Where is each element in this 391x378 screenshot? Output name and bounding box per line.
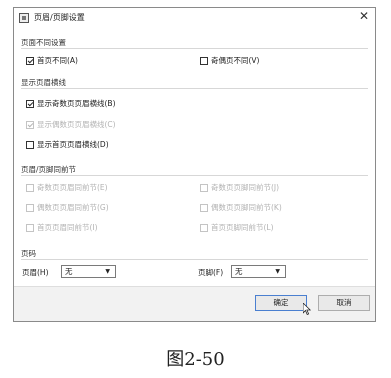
divider xyxy=(21,88,368,89)
figure-caption: 图2-50 xyxy=(166,349,225,370)
header-pagenum-select[interactable]: 无 ▼ xyxy=(61,265,116,278)
checkbox-label: 偶数页页脚同前节(K) xyxy=(211,203,282,212)
section-differs-header: 页面不同设置 xyxy=(21,38,66,47)
checkbox-unchecked-icon xyxy=(200,203,208,212)
divider xyxy=(21,175,368,176)
checkbox-label: 奇数页页脚同前节(J) xyxy=(211,183,280,192)
checkbox-unchecked-icon xyxy=(26,183,34,192)
odd-header-sync-checkbox[interactable]: 奇数页页眉同前节(E) xyxy=(26,182,108,193)
checkbox-unchecked-icon xyxy=(200,56,208,65)
checkbox-label: 显示首页页眉横线(D) xyxy=(37,140,109,149)
even-header-sync-checkbox[interactable]: 偶数页页眉同前节(G) xyxy=(26,202,109,213)
odd-even-different-checkbox[interactable]: 奇偶页不同(V) xyxy=(200,55,259,66)
checkbox-unchecked-icon xyxy=(26,223,34,232)
dropdown-arrow-icon: ▼ xyxy=(105,268,110,275)
divider xyxy=(21,48,368,49)
first-header-line-checkbox[interactable]: 显示首页页眉横线(D) xyxy=(26,139,109,150)
checkbox-checked-icon xyxy=(26,120,34,129)
dropdown-arrow-icon: ▼ xyxy=(275,268,280,275)
checkbox-unchecked-icon xyxy=(26,140,34,149)
first-header-sync-checkbox[interactable]: 首页页眉同前节(I) xyxy=(26,222,98,233)
app-icon xyxy=(19,13,29,23)
footer-pagenum-label: 页脚(F) xyxy=(198,268,224,277)
select-value: 无 xyxy=(65,267,73,276)
checkbox-unchecked-icon xyxy=(26,203,34,212)
dialog-footer: 确定 取消 xyxy=(14,286,375,321)
checkbox-label: 首页不同(A) xyxy=(37,56,78,65)
checkbox-label: 奇数页页眉同前节(E) xyxy=(37,183,108,192)
first-footer-sync-checkbox[interactable]: 首页页脚同前节(L) xyxy=(200,222,274,233)
first-page-different-checkbox[interactable]: 首页不同(A) xyxy=(26,55,78,66)
close-icon[interactable]: ✕ xyxy=(359,9,369,23)
odd-header-line-checkbox[interactable]: 显示奇数页页眉横线(B) xyxy=(26,98,116,109)
ok-button[interactable]: 确定 xyxy=(255,295,307,311)
checkbox-label: 首页页脚同前节(L) xyxy=(211,223,274,232)
footer-pagenum-select[interactable]: 无 ▼ xyxy=(231,265,286,278)
odd-footer-sync-checkbox[interactable]: 奇数页页脚同前节(J) xyxy=(200,182,279,193)
even-footer-sync-checkbox[interactable]: 偶数页页脚同前节(K) xyxy=(200,202,282,213)
header-footer-settings-dialog: 页眉/页脚设置 ✕ 页面不同设置 首页不同(A) 奇偶页不同(V) 显示页眉横线… xyxy=(13,7,376,322)
checkbox-unchecked-icon xyxy=(200,183,208,192)
title-bar: 页眉/页脚设置 ✕ xyxy=(14,8,375,28)
even-header-line-checkbox[interactable]: 显示偶数页页眉横线(C) xyxy=(26,119,116,130)
checkbox-label: 奇偶页不同(V) xyxy=(211,56,260,65)
checkbox-unchecked-icon xyxy=(200,223,208,232)
select-value: 无 xyxy=(235,267,243,276)
header-pagenum-label: 页眉(H) xyxy=(22,268,49,277)
checkbox-checked-icon xyxy=(26,56,34,65)
checkbox-checked-icon xyxy=(26,99,34,108)
divider xyxy=(21,259,368,260)
dialog-title: 页眉/页脚设置 xyxy=(34,13,85,22)
checkbox-label: 偶数页页眉同前节(G) xyxy=(37,203,109,212)
cancel-button[interactable]: 取消 xyxy=(318,295,370,311)
section-lines-header: 显示页眉横线 xyxy=(21,78,66,87)
checkbox-label: 显示偶数页页眉横线(C) xyxy=(37,120,116,129)
section-pagenum-header: 页码 xyxy=(21,249,36,258)
mouse-pointer-icon xyxy=(303,303,311,315)
checkbox-label: 首页页眉同前节(I) xyxy=(37,223,98,232)
checkbox-label: 显示奇数页页眉横线(B) xyxy=(37,99,116,108)
section-sync-header: 页眉/页脚同前节 xyxy=(21,165,77,174)
